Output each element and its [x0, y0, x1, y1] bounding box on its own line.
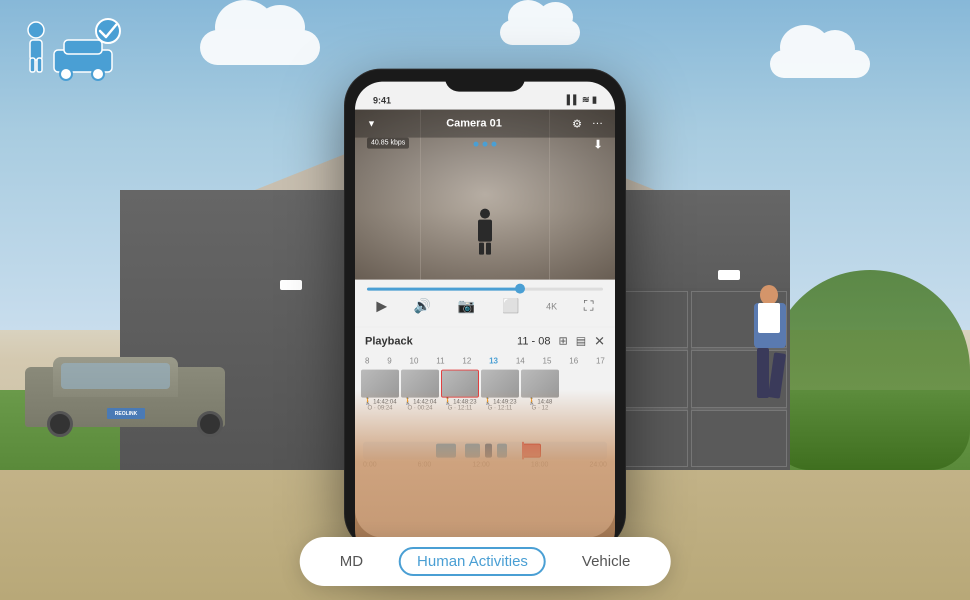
camera-action-icons: ⚙ ···	[572, 117, 603, 130]
volume-button[interactable]: 🔊	[414, 298, 431, 315]
fullscreen-button[interactable]: ⛶	[584, 298, 594, 315]
filter-tabs: MD Human Activities Vehicle	[300, 537, 671, 586]
cloud-2	[770, 50, 870, 78]
tl-16: 16	[569, 357, 578, 366]
status-icons: ▌▌ ≋ ▮	[567, 95, 597, 106]
tl-12: 12	[462, 357, 471, 366]
person-car-checkmark-icon	[16, 16, 126, 86]
loading-indicator	[474, 142, 497, 147]
cloud-3	[500, 20, 580, 45]
seek-fill	[367, 288, 520, 291]
status-time: 9:41	[373, 96, 391, 106]
security-camera-right	[718, 270, 740, 280]
list-view-icon[interactable]: ▤	[576, 335, 586, 348]
download-icon[interactable]: ⬇	[593, 138, 603, 152]
trees	[770, 270, 970, 470]
woman-figure	[740, 285, 800, 435]
phone: 9:41 ▌▌ ≋ ▮ ▼	[345, 70, 625, 550]
grid-view-icon[interactable]: ⊞	[558, 335, 567, 348]
camera-header: ▼ Camera 01 ⚙ ···	[355, 110, 615, 138]
tl-13: 13	[489, 357, 498, 366]
controls-row: ▶ 🔊 📷 ⬜ 4K ⛶	[355, 292, 615, 321]
tl-14: 14	[516, 357, 525, 366]
playback-header: Playback 11 - 08 ⊞ ▤ ✕	[355, 327, 615, 355]
close-playback-icon[interactable]: ✕	[594, 333, 605, 349]
tl-17: 17	[596, 357, 605, 366]
record-button[interactable]: ⬜	[502, 298, 519, 315]
tl-15: 15	[543, 357, 552, 366]
view-icons: ⊞ ▤ ✕	[558, 333, 605, 349]
playback-date: 11 - 08	[517, 335, 550, 347]
phone-notch	[445, 70, 525, 92]
play-button[interactable]: ▶	[376, 298, 387, 315]
settings-icon[interactable]: ⚙	[572, 117, 582, 130]
tl-11: 11	[436, 357, 444, 366]
cloud-1	[200, 30, 320, 65]
dropdown-icon[interactable]: ▼	[367, 119, 376, 129]
filter-tab-md[interactable]: MD	[324, 549, 379, 574]
tl-8: 8	[365, 357, 369, 366]
playback-title: Playback	[365, 335, 517, 347]
more-icon[interactable]: ···	[592, 117, 603, 130]
snapshot-button[interactable]: 📷	[458, 298, 475, 315]
dot-3	[492, 142, 497, 147]
dot-2	[483, 142, 488, 147]
seek-track	[367, 288, 603, 291]
dot-1	[474, 142, 479, 147]
filter-tab-vehicle[interactable]: Vehicle	[566, 549, 646, 574]
tl-9: 9	[387, 357, 391, 366]
security-camera-left	[280, 280, 302, 290]
corner-badge	[16, 16, 126, 86]
quality-label[interactable]: 4K	[546, 301, 557, 311]
car: REOLINK	[25, 345, 245, 445]
tl-10: 10	[410, 357, 419, 366]
timeline-numbers: 8 9 10 11 12 13 14 15 16 17	[355, 355, 615, 368]
filter-tab-human-activities[interactable]: Human Activities	[399, 547, 546, 576]
speed-badge: 40.85 kbps	[367, 138, 409, 149]
camera-title: Camera 01	[446, 118, 502, 130]
